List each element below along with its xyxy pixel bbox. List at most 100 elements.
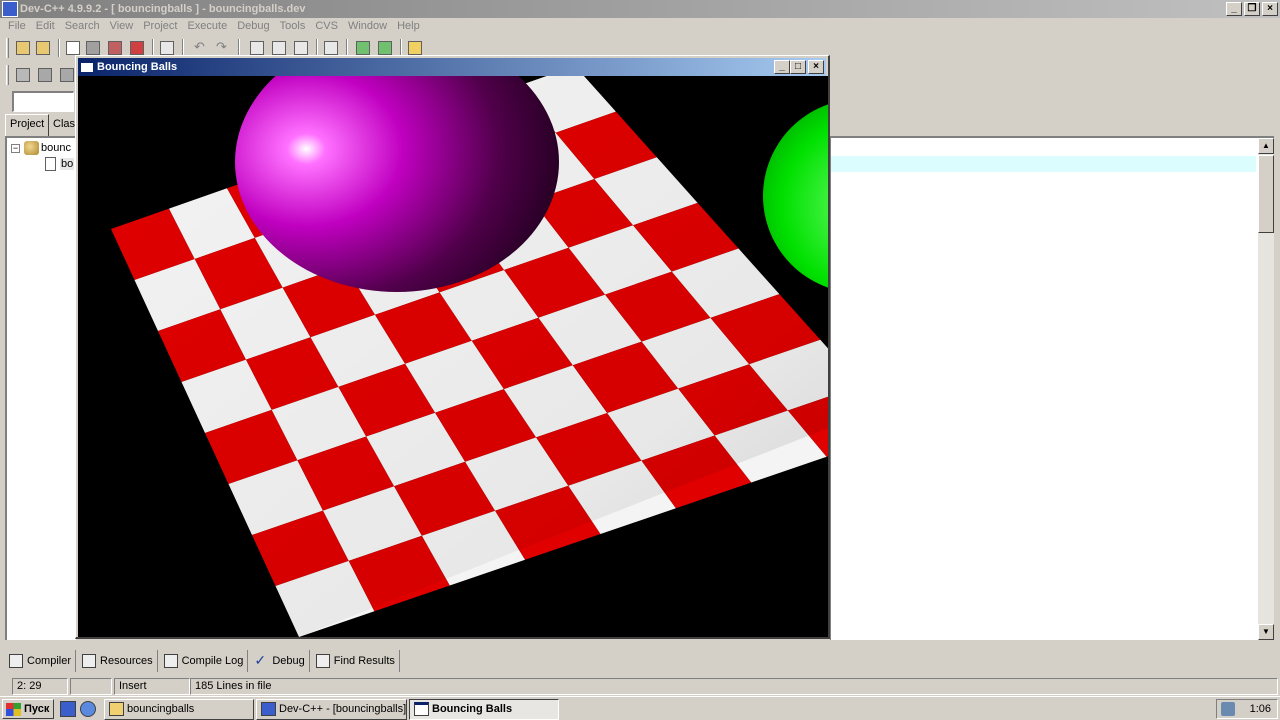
editor-vertical-scrollbar[interactable]: ▲ ▼: [1258, 138, 1274, 640]
menu-window[interactable]: Window: [343, 18, 392, 35]
tab-compiler[interactable]: Compiler: [5, 650, 77, 672]
open-project-button[interactable]: [14, 39, 32, 57]
bouncing-balls-window[interactable]: Bouncing Balls _ □ ×: [75, 55, 830, 639]
menu-view[interactable]: View: [105, 18, 139, 35]
tree-node-project[interactable]: − bounc: [11, 140, 71, 156]
class-combo-box[interactable]: [12, 91, 74, 112]
find-icon: [250, 41, 264, 55]
opengl-canvas[interactable]: [78, 76, 828, 637]
close-project-button[interactable]: [34, 39, 52, 57]
tab-find-results-label: Find Results: [333, 655, 395, 667]
replace-icon: [272, 41, 286, 55]
task-label: Dev-C++ - [bouncingballs]: [279, 703, 407, 715]
tree-node-file[interactable]: bo: [45, 156, 75, 172]
maximize-button[interactable]: □: [790, 60, 806, 74]
menu-debug[interactable]: Debug: [232, 18, 274, 35]
run-button[interactable]: [36, 66, 54, 84]
windows-logo-icon: [6, 703, 21, 716]
compile-button[interactable]: [14, 66, 32, 84]
system-tray: 1:06: [1216, 699, 1278, 719]
close-file-icon: [130, 41, 144, 55]
task-bouncingballs-folder[interactable]: bouncingballs: [104, 699, 254, 720]
save-all-icon: [108, 41, 122, 55]
find-results-icon: [315, 654, 330, 668]
print-icon: [160, 41, 174, 55]
tab-debug-label: Debug: [272, 655, 305, 667]
start-button[interactable]: Пуск: [2, 699, 54, 719]
secondary-toolbar: [6, 64, 76, 86]
menu-execute[interactable]: Execute: [182, 18, 232, 35]
task-label: bouncingballs: [127, 703, 195, 715]
menu-tools[interactable]: Tools: [275, 18, 311, 35]
tab-resources[interactable]: Resources: [78, 650, 158, 672]
menu-search[interactable]: Search: [60, 18, 105, 35]
toolbar-grip[interactable]: [6, 65, 9, 85]
restore-button[interactable]: ❐: [1244, 2, 1260, 16]
task-bouncing-balls[interactable]: Bouncing Balls: [409, 699, 559, 720]
collapse-icon[interactable]: −: [11, 143, 20, 153]
compile-run-button[interactable]: [58, 66, 76, 84]
current-line-highlight: [831, 156, 1256, 172]
menu-cvs[interactable]: CVS: [310, 18, 343, 35]
menu-file[interactable]: File: [3, 18, 31, 35]
bouncing-balls-title: Bouncing Balls: [97, 61, 178, 73]
toolbar-separator: [58, 39, 60, 57]
menu-bar: File Edit Search View Project Execute De…: [0, 18, 1280, 35]
start-label: Пуск: [24, 703, 50, 715]
task-devcpp[interactable]: Dev-C++ - [bouncingballs]: [256, 699, 407, 720]
debug-check-icon: ✓: [254, 652, 267, 668]
scroll-up-arrow-icon[interactable]: ▲: [1258, 138, 1274, 154]
tab-compile-log[interactable]: Compile Log: [160, 650, 249, 672]
taskbar: Пуск bouncingballs Dev-C++ - [bouncingba…: [0, 696, 1280, 720]
tab-debug[interactable]: ✓ Debug: [250, 650, 310, 672]
project-icon: [16, 41, 30, 55]
network-tray-icon[interactable]: [1221, 702, 1235, 716]
close-button[interactable]: ×: [808, 60, 824, 74]
minimize-button[interactable]: _: [1226, 2, 1242, 16]
tree-file-label: bo: [60, 158, 75, 170]
compile-grid-icon: [16, 68, 30, 82]
window-icon: [80, 60, 94, 73]
menu-help[interactable]: Help: [392, 18, 425, 35]
task-label: Bouncing Balls: [432, 703, 513, 715]
new-file-icon: [66, 41, 80, 55]
scroll-down-arrow-icon[interactable]: ▼: [1258, 624, 1274, 640]
toolbar-grip[interactable]: [6, 38, 9, 58]
resources-icon: [82, 654, 97, 668]
run-icon: [38, 68, 52, 82]
clock[interactable]: 1:06: [1250, 700, 1271, 718]
redo-icon: ↷: [216, 39, 227, 54]
tree-project-label: bounc: [41, 142, 71, 154]
main-window-controls: _ ❐ ×: [1226, 2, 1278, 16]
devcpp-icon: [261, 702, 276, 716]
scene-svg: [111, 76, 828, 637]
bouncing-balls-titlebar[interactable]: Bouncing Balls _ □ ×: [78, 58, 826, 76]
close-button[interactable]: ×: [1262, 2, 1278, 16]
quick-launch-ie-icon[interactable]: [80, 701, 96, 717]
bouncing-balls-window-controls: _ □ ×: [774, 60, 824, 74]
status-mode: Insert: [114, 678, 190, 695]
compile-run-icon: [60, 68, 74, 82]
scroll-thumb[interactable]: [1258, 155, 1274, 233]
tab-resources-label: Resources: [100, 655, 153, 667]
green-ball: [763, 104, 828, 288]
tab-compiler-label: Compiler: [27, 655, 72, 667]
tab-project[interactable]: Project: [5, 114, 50, 137]
tab-find-results[interactable]: Find Results: [312, 650, 400, 672]
code-editor[interactable]: ▲ ▼: [830, 136, 1274, 640]
folder-icon: [109, 702, 124, 716]
main-window-titlebar[interactable]: Dev-C++ 4.9.9.2 - [ bouncingballs ] - bo…: [0, 0, 1280, 18]
source-file-icon: [45, 157, 56, 172]
status-bar: 2: 29 Insert 185 Lines in file: [0, 676, 1280, 696]
output-tabs: Compiler Resources Compile Log ✓ Debug Fi…: [5, 650, 402, 672]
quick-launch-devcpp-icon[interactable]: [60, 701, 76, 717]
save-icon: [86, 41, 100, 55]
minimize-button[interactable]: _: [774, 60, 790, 74]
project-tree: − bounc bo: [5, 136, 76, 640]
menu-project[interactable]: Project: [138, 18, 182, 35]
status-position: 2: 29: [12, 678, 68, 695]
menu-edit[interactable]: Edit: [31, 18, 60, 35]
compiler-grid-icon: [9, 654, 23, 668]
add-to-project-icon: [356, 41, 370, 55]
project-icon: [24, 141, 39, 156]
